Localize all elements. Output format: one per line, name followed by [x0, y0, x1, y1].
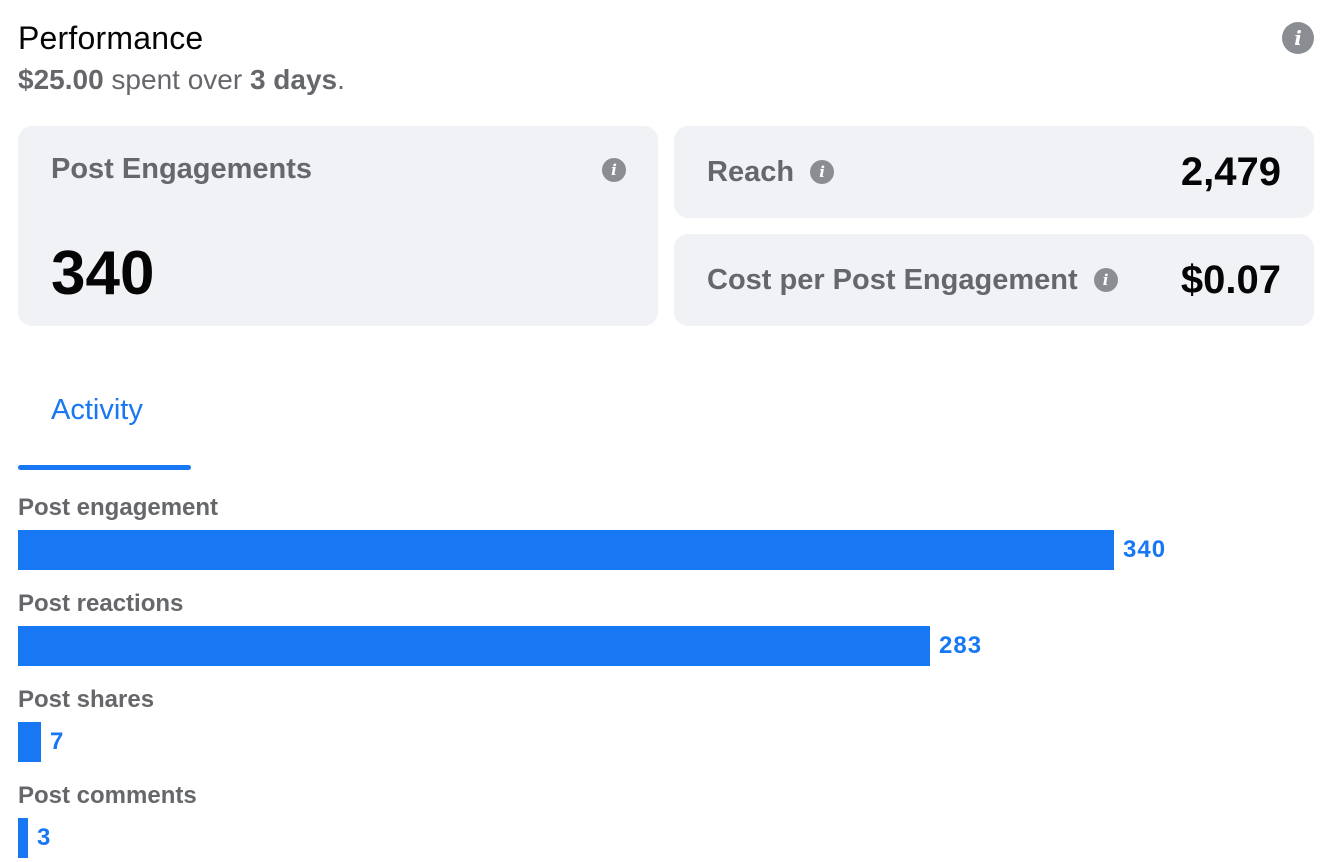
post-engagements-info-icon[interactable]: i	[602, 158, 626, 182]
cost-per-engagement-info-icon[interactable]: i	[1093, 268, 1118, 292]
spend-amount: $25.00	[18, 64, 104, 95]
tab-activity[interactable]: Activity	[18, 378, 191, 470]
bar-label: Post engagement	[18, 494, 219, 521]
bar-label: Post comments	[18, 782, 197, 809]
bar-label: Post shares	[18, 686, 155, 713]
bar-row-post-engagement: Post engagement 340	[18, 494, 1314, 590]
reach-info-icon[interactable]: i	[810, 160, 835, 184]
bar-value: 7	[50, 728, 65, 755]
bar-value: 283	[939, 632, 983, 659]
post-engagements-card: Post Engagements i 340	[18, 126, 658, 326]
cost-per-engagement-label: Cost per Post Engagement	[707, 263, 1078, 296]
tab-activity-label: Activity	[51, 394, 143, 426]
spend-days: 3 days	[249, 64, 338, 95]
bar-row-post-reactions: Post reactions 283	[18, 590, 1314, 686]
bar-fill	[18, 530, 1114, 570]
spend-period: .	[337, 64, 345, 95]
reach-label: Reach	[707, 155, 795, 188]
bar-label: Post reactions	[18, 590, 184, 617]
performance-panel: Performance $25.00 spent over 3 days. i …	[0, 0, 1332, 862]
tab-active-indicator	[18, 465, 191, 470]
bar-value: 340	[1123, 536, 1167, 563]
cost-per-engagement-card: Cost per Post Engagement i $0.07	[674, 234, 1314, 326]
bar-fill	[18, 818, 28, 858]
spend-text: spent over	[111, 64, 243, 95]
activity-bar-list: Post engagement 340 Post reactions 283 P…	[18, 494, 1314, 862]
performance-info-icon[interactable]: i	[1282, 22, 1314, 54]
post-engagements-label: Post Engagements	[51, 153, 313, 185]
bar-fill	[18, 722, 41, 762]
bar-value: 3	[37, 824, 52, 851]
reach-card: Reach i 2,479	[674, 126, 1314, 218]
spend-summary: $25.00 spent over 3 days.	[18, 64, 345, 96]
bar-row-post-shares: Post shares 7	[18, 686, 1314, 782]
bar-fill	[18, 626, 930, 666]
page-title: Performance	[18, 20, 204, 56]
cost-per-engagement-value: $0.07	[1180, 257, 1281, 302]
post-engagements-value: 340	[51, 239, 155, 308]
bar-row-post-comments: Post comments 3	[18, 782, 1314, 862]
reach-value: 2,479	[1180, 149, 1281, 194]
